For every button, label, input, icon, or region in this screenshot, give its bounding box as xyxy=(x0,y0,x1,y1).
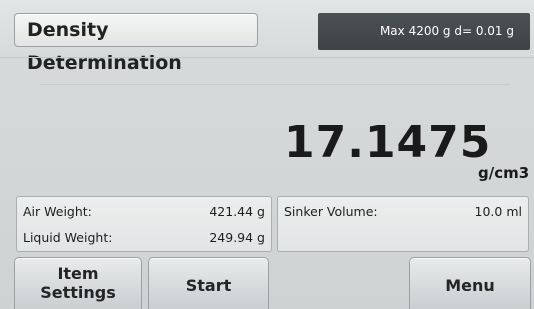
density-reading: 17.1475 xyxy=(284,117,492,168)
air-weight-label: Air Weight: xyxy=(23,204,92,219)
app-title[interactable]: Density Determination xyxy=(14,13,258,74)
header-divider xyxy=(0,57,534,58)
menu-button[interactable]: Menu xyxy=(409,257,531,309)
sinker-panel: Sinker Volume: 10.0 ml xyxy=(277,196,529,252)
air-weight-value: 421.44 g xyxy=(209,204,265,219)
sinker-volume-row: Sinker Volume: 10.0 ml xyxy=(284,202,522,222)
sinker-volume-label: Sinker Volume: xyxy=(284,204,378,219)
liquid-weight-row: Liquid Weight: 249.94 g xyxy=(23,228,265,248)
capacity-readout: Max 4200 g d= 0.01 g xyxy=(318,13,530,50)
item-settings-label-line2: Settings xyxy=(40,283,116,302)
item-settings-button[interactable]: Item Settings xyxy=(14,257,142,309)
item-settings-label-line1: Item xyxy=(57,264,99,283)
air-weight-row: Air Weight: 421.44 g xyxy=(23,202,265,222)
scale-screen: Density Determination Max 4200 g d= 0.01… xyxy=(0,0,534,309)
start-button[interactable]: Start xyxy=(148,257,269,309)
density-unit: g/cm3 xyxy=(478,164,530,182)
liquid-weight-label: Liquid Weight: xyxy=(23,230,113,245)
sinker-volume-value: 10.0 ml xyxy=(474,204,522,219)
liquid-weight-value: 249.94 g xyxy=(209,230,265,245)
weights-panel: Air Weight: 421.44 g Liquid Weight: 249.… xyxy=(16,196,272,252)
divider-line xyxy=(40,84,510,85)
